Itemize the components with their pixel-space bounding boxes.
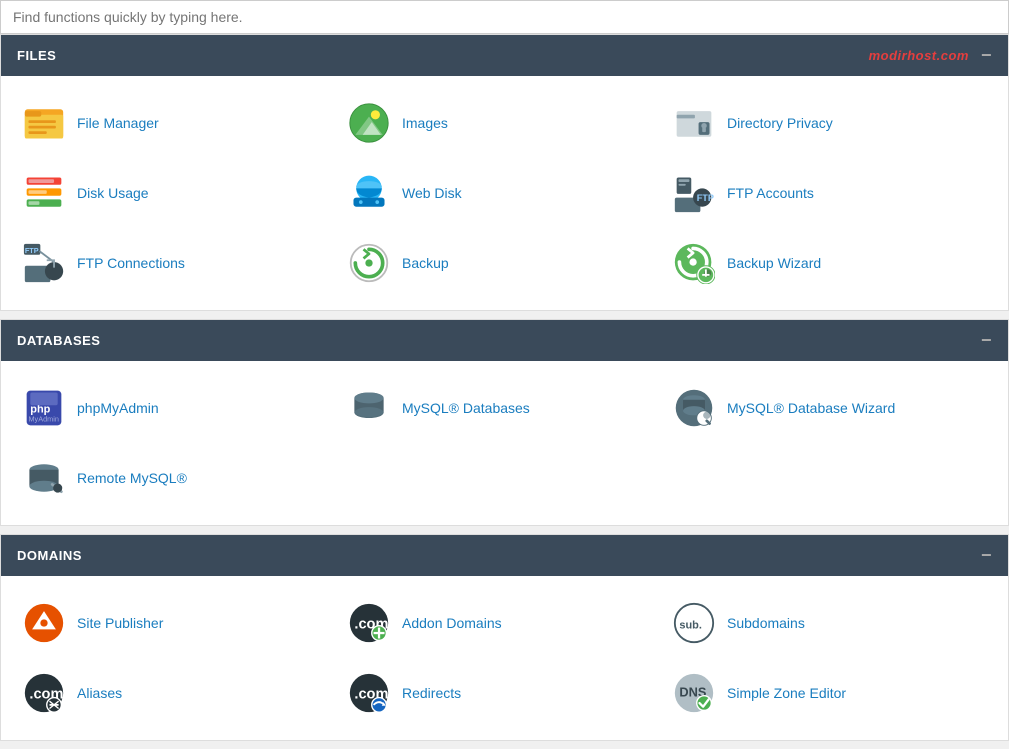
item-ftp-connections[interactable]: FTP FTP Connections	[17, 232, 342, 294]
item-subdomains[interactable]: sub. Subdomains	[667, 592, 992, 654]
web-disk-icon	[346, 170, 392, 216]
collapse-button[interactable]: −	[981, 330, 992, 351]
item-backup[interactable]: Backup	[342, 232, 667, 294]
subdomains-label: Subdomains	[727, 615, 805, 631]
ftp-connections-label: FTP Connections	[77, 255, 185, 271]
section-files: FILES modirhost.com− File Manager Images	[0, 34, 1009, 311]
ftp-accounts-icon: FTP	[671, 170, 717, 216]
svg-text:sub.: sub.	[679, 619, 701, 631]
mysql-database-wizard-label: MySQL® Database Wizard	[727, 400, 895, 416]
item-ftp-accounts[interactable]: FTP FTP Accounts	[667, 162, 992, 224]
simple-zone-editor-icon: DNS	[671, 670, 717, 716]
backup-icon	[346, 240, 392, 286]
file-manager-icon	[21, 100, 67, 146]
images-icon	[346, 100, 392, 146]
mysql-database-wizard-icon	[671, 385, 717, 431]
item-directory-privacy[interactable]: Directory Privacy	[667, 92, 992, 154]
phpmyadmin-label: phpMyAdmin	[77, 400, 159, 416]
subdomains-icon: sub.	[671, 600, 717, 646]
images-label: Images	[402, 115, 448, 131]
svg-text:php: php	[30, 404, 50, 416]
addon-domains-icon: .com	[346, 600, 392, 646]
web-disk-label: Web Disk	[402, 185, 462, 201]
directory-privacy-icon	[671, 100, 717, 146]
svg-text:FTP: FTP	[697, 193, 714, 203]
ftp-accounts-label: FTP Accounts	[727, 185, 814, 201]
mysql-databases-icon	[346, 385, 392, 431]
phpmyadmin-icon: php MyAdmin	[21, 385, 67, 431]
redirects-label: Redirects	[402, 685, 461, 701]
section-header-domains: DOMAINS −	[1, 535, 1008, 576]
aliases-icon: .com	[21, 670, 67, 716]
disk-usage-icon	[21, 170, 67, 216]
item-phpmyadmin[interactable]: php MyAdmin phpMyAdmin	[17, 377, 342, 439]
section-body-files: File Manager Images Directory Privacy	[1, 76, 1008, 310]
collapse-button[interactable]: −	[981, 545, 992, 566]
addon-domains-label: Addon Domains	[402, 615, 502, 631]
item-site-publisher[interactable]: Site Publisher	[17, 592, 342, 654]
directory-privacy-label: Directory Privacy	[727, 115, 833, 131]
backup-wizard-icon	[671, 240, 717, 286]
item-simple-zone-editor[interactable]: DNS Simple Zone Editor	[667, 662, 992, 724]
section-body-domains: Site Publisher .com Addon Domains sub. S…	[1, 576, 1008, 740]
section-header-files: FILES modirhost.com−	[1, 35, 1008, 76]
item-images[interactable]: Images	[342, 92, 667, 154]
item-mysql-databases[interactable]: MySQL® Databases	[342, 377, 667, 439]
item-disk-usage[interactable]: Disk Usage	[17, 162, 342, 224]
mysql-databases-label: MySQL® Databases	[402, 400, 530, 416]
item-aliases[interactable]: .com Aliases	[17, 662, 342, 724]
site-publisher-icon	[21, 600, 67, 646]
site-publisher-label: Site Publisher	[77, 615, 163, 631]
search-input[interactable]	[0, 0, 1009, 34]
remote-mysql-icon	[21, 455, 67, 501]
item-remote-mysql[interactable]: Remote MySQL®	[17, 447, 342, 509]
item-web-disk[interactable]: Web Disk	[342, 162, 667, 224]
aliases-label: Aliases	[77, 685, 122, 701]
redirects-icon: .com	[346, 670, 392, 716]
brand-label: modirhost.com	[869, 48, 969, 63]
item-redirects[interactable]: .com Redirects	[342, 662, 667, 724]
section-domains: DOMAINS − Site Publisher .com Addon Domai…	[0, 534, 1009, 741]
svg-text:FTP: FTP	[25, 246, 39, 255]
ftp-connections-icon: FTP	[21, 240, 67, 286]
backup-label: Backup	[402, 255, 449, 271]
simple-zone-editor-label: Simple Zone Editor	[727, 685, 846, 701]
section-header-databases: DATABASES −	[1, 320, 1008, 361]
backup-wizard-label: Backup Wizard	[727, 255, 821, 271]
section-label-databases: DATABASES	[17, 333, 100, 348]
item-file-manager[interactable]: File Manager	[17, 92, 342, 154]
section-body-databases: php MyAdmin phpMyAdmin MySQL® Databases …	[1, 361, 1008, 525]
disk-usage-label: Disk Usage	[77, 185, 149, 201]
section-databases: DATABASES − php MyAdmin phpMyAdmin MySQL®…	[0, 319, 1009, 526]
collapse-button[interactable]: −	[981, 45, 992, 66]
section-label-files: FILES	[17, 48, 56, 63]
item-backup-wizard[interactable]: Backup Wizard	[667, 232, 992, 294]
remote-mysql-label: Remote MySQL®	[77, 470, 187, 486]
section-label-domains: DOMAINS	[17, 548, 82, 563]
svg-text:MyAdmin: MyAdmin	[28, 415, 58, 424]
file-manager-label: File Manager	[77, 115, 159, 131]
item-addon-domains[interactable]: .com Addon Domains	[342, 592, 667, 654]
item-mysql-database-wizard[interactable]: MySQL® Database Wizard	[667, 377, 992, 439]
